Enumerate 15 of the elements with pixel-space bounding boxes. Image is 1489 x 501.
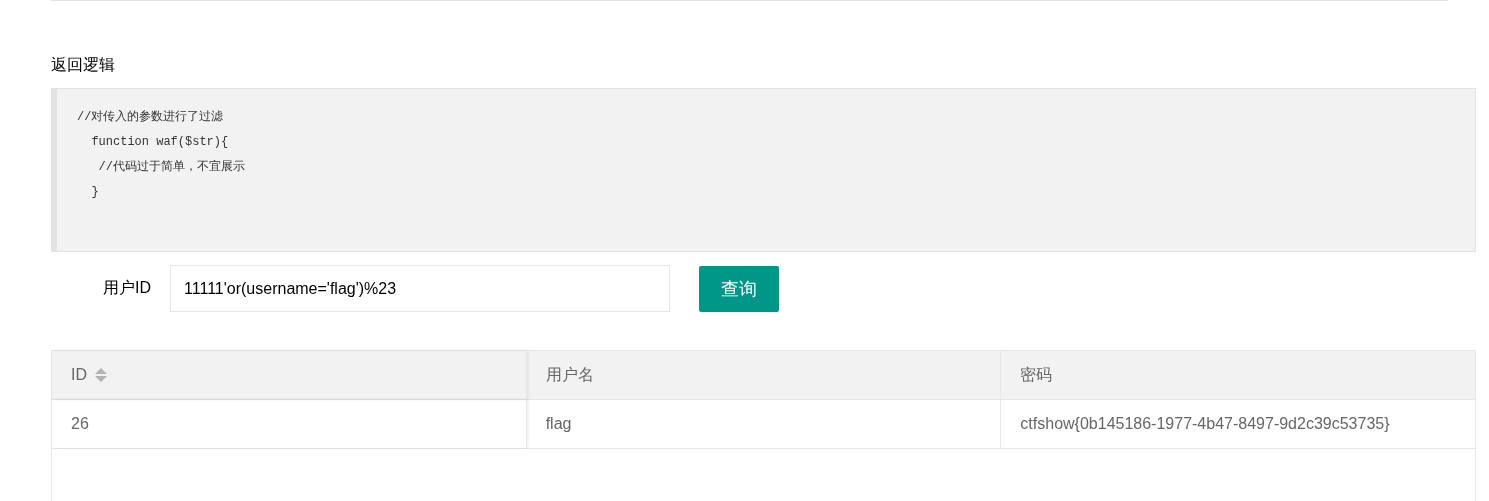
section-title: 返回逻辑: [51, 55, 116, 75]
code-line: //对传入的参数进行了过滤: [77, 109, 225, 126]
sort-icon[interactable]: [95, 367, 107, 383]
code-line: //代码过于简单，不宜展示: [97, 159, 246, 176]
table-cell: 26: [71, 415, 89, 433]
table-cell: ctfshow{0b145186-1977-4b47-8497-9d2c39c53735}: [1020, 415, 1390, 433]
input-field[interactable]: 11111'or(username='flag')%23: [170, 265, 670, 312]
code-line: function waf($str){: [90, 134, 230, 151]
query-button[interactable]: 查询: [699, 265, 779, 312]
column-header: 用户名: [545, 364, 594, 385]
field-label: 用户ID: [102, 278, 152, 298]
column-header: 密码: [1020, 364, 1053, 385]
code-line: }: [90, 184, 100, 201]
column-header: ID: [71, 366, 87, 384]
table-cell: flag: [545, 415, 572, 433]
